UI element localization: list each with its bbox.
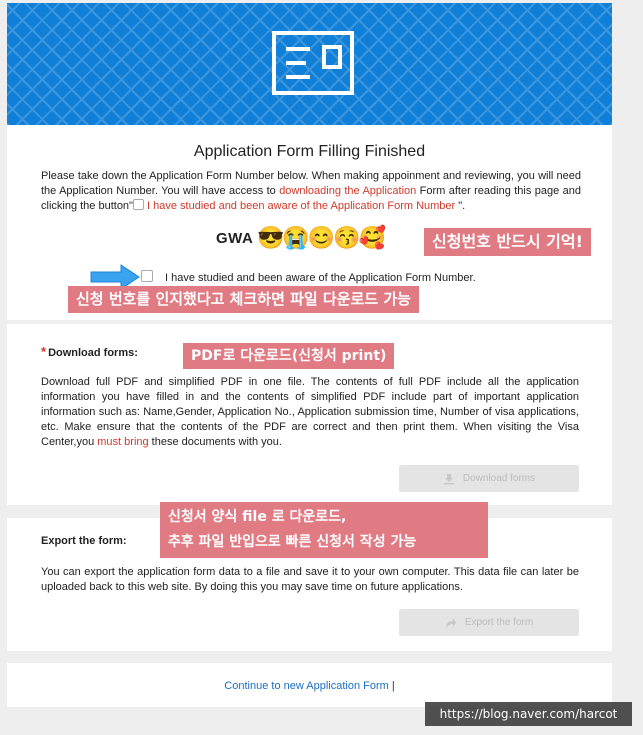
blog-watermark: https://blog.naver.com/harcot — [425, 702, 632, 726]
instructions-text: Please take down the Application Form Nu… — [41, 170, 581, 212]
annotation-pdf-download: PDF로 다운로드(신청서 print) — [183, 343, 395, 369]
export-description: You can export the application form data… — [41, 566, 579, 593]
download-icon — [443, 473, 454, 484]
annotation-remember-number: 신청번호 반드시 기억! — [424, 228, 591, 256]
form-document-icon — [272, 31, 354, 95]
application-number: GWA — [216, 230, 254, 247]
agree-label: I have studied and been aware of the App… — [165, 272, 476, 284]
page-title: Application Form Filling Finished — [193, 143, 426, 160]
footer-card: Continue to new Application Form | — [7, 663, 612, 707]
export-form-button[interactable]: Export the form — [399, 609, 579, 636]
continue-link[interactable]: Continue to new Application Form — [224, 680, 388, 692]
annotation-check-to-download: 신청 번호를 인지했다고 체크하면 파일 다운로드 가능 — [68, 286, 419, 313]
agree-checkbox[interactable] — [141, 270, 153, 282]
inline-checkbox-icon — [132, 199, 144, 210]
export-label: Export the form: — [41, 535, 127, 547]
header-banner — [7, 3, 612, 125]
download-description: Download full PDF and simplified PDF in … — [41, 376, 579, 448]
agree-row: I have studied and been aware of the App… — [141, 270, 476, 284]
share-arrow-icon — [445, 617, 456, 628]
footer-row: Continue to new Application Form | — [224, 680, 395, 692]
completion-card: Application Form Filling Finished Please… — [7, 3, 612, 320]
obscured-number-emojis: 😎😭😊😚🥰 — [257, 225, 386, 250]
download-link-text: downloading the Application — [279, 185, 417, 197]
annotation-export: 신청서 양식 file 로 다운로드, 추후 파일 반입으로 빠른 신청서 작성… — [160, 502, 488, 558]
download-label: * Download forms: — [41, 344, 138, 359]
download-forms-button[interactable]: Download forms — [399, 465, 579, 492]
